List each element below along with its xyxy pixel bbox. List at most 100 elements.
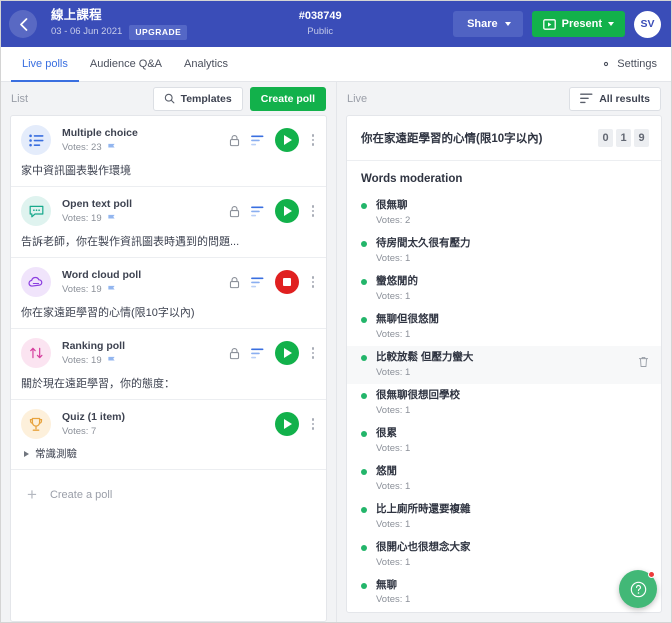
start-poll-button[interactable] (274, 128, 299, 152)
word-row[interactable]: 待房間太久很有壓力 Votes: 1 (347, 232, 661, 270)
create-a-poll-row[interactable]: + Create a poll (11, 470, 326, 519)
word-row[interactable]: 無聊 Votes: 1 (347, 574, 661, 612)
poll-votes-label: Votes: 19 (62, 283, 102, 295)
result-question-title: 你在家遠距學習的心情(限10字以內) (361, 133, 543, 145)
poll-more-options-button[interactable] (310, 203, 317, 219)
poll-more-options-button[interactable] (310, 274, 317, 290)
word-row[interactable]: 悠閒 Votes: 1 (347, 460, 661, 498)
words-moderation-list[interactable]: Words moderation 很無聊 Votes: 2 待房間太久很有壓力 … (347, 161, 661, 612)
word-votes: Votes: 1 (376, 442, 411, 454)
word-row[interactable]: 很無聊很想回學校 Votes: 1 (347, 384, 661, 422)
poll-list-item[interactable]: Ranking poll Votes: 19 關於現在遠距學習，你的態度： (11, 329, 326, 400)
status-dot-icon (361, 430, 367, 437)
results-bars-icon[interactable] (250, 276, 264, 288)
word-row[interactable]: 比上廁所時還要複雜 Votes: 1 (347, 498, 661, 536)
settings-button[interactable]: Settings (600, 47, 657, 81)
result-header: 你在家遠距學習的心情(限10字以內) 0 1 9 (347, 116, 661, 161)
tab-audience-qa[interactable]: Audience Q&A (79, 48, 173, 82)
tab-analytics[interactable]: Analytics (173, 48, 239, 82)
poll-type: Multiple choice (62, 126, 138, 139)
poll-question: 家中資訊圖表製作環境 (21, 165, 131, 177)
counter-digit: 9 (634, 129, 649, 147)
flag-icon (107, 356, 115, 361)
poll-row: Word cloud poll Votes: 19 (21, 267, 316, 297)
top-header-bar: 線上課程 03 - 06 Jun 2021 UPGRADE #038749 Pu… (1, 1, 671, 47)
poll-list-item[interactable]: Multiple choice Votes: 23 家中資訊圖表製作環境 (11, 116, 326, 187)
delete-word-button[interactable] (638, 351, 649, 373)
word-row[interactable]: 很無聊 Votes: 2 (347, 194, 661, 232)
word-texts: 比上廁所時還要複雜 Votes: 1 (376, 503, 471, 531)
poll-list-item[interactable]: Word cloud poll Votes: 19 你在家遠距學習的心情(限10… (11, 258, 326, 329)
word-row[interactable]: 很開心也很想念大家 Votes: 1 (347, 536, 661, 574)
poll-more-options-button[interactable] (310, 345, 317, 361)
chevron-left-icon (19, 17, 27, 31)
chevron-right-icon (24, 450, 29, 457)
right-toolbar-actions: All results (569, 86, 661, 111)
word-votes: Votes: 1 (376, 252, 411, 264)
word-label: 很無聊很想回學校 (376, 388, 460, 401)
word-votes: Votes: 2 (376, 214, 411, 226)
word-row[interactable]: 很累 Votes: 1 (347, 422, 661, 460)
word-label: 悠閒 (376, 464, 397, 477)
start-poll-button[interactable] (274, 199, 299, 223)
create-poll-button[interactable]: Create poll (249, 86, 326, 111)
poll-meta: Multiple choice Votes: 23 (62, 127, 138, 154)
poll-votes-label: Votes: 23 (62, 141, 102, 153)
poll-votes: Votes: 19 (62, 284, 141, 296)
poll-type: Open text poll (62, 197, 133, 210)
arrows-updown-icon (21, 338, 51, 368)
templates-button[interactable]: Templates (152, 86, 243, 111)
status-dot-icon (361, 240, 367, 247)
present-screen-icon (542, 18, 556, 30)
event-dates: 03 - 06 Jun 2021 (51, 26, 123, 38)
cloud-icon (21, 267, 51, 297)
status-dot-icon (361, 392, 367, 399)
word-votes: Votes: 1 (376, 404, 411, 416)
poll-actions (229, 270, 317, 294)
results-bars-icon[interactable] (250, 347, 264, 359)
present-label: Present (561, 18, 602, 30)
word-texts: 很無聊很想回學校 Votes: 1 (376, 389, 460, 417)
lock-icon[interactable] (229, 347, 240, 360)
avatar[interactable]: SV (634, 10, 661, 38)
help-button[interactable] (619, 570, 657, 608)
lock-icon[interactable] (229, 134, 240, 147)
left-toolbar-actions: Templates Create poll (152, 86, 326, 111)
start-poll-button[interactable] (274, 412, 299, 436)
share-label: Share (467, 18, 498, 30)
lock-icon[interactable] (229, 276, 240, 289)
live-label: Live (347, 92, 368, 105)
quiz-expand-row[interactable]: 常識測驗 (21, 446, 316, 461)
start-poll-button[interactable] (274, 341, 299, 365)
word-votes: Votes: 1 (376, 556, 411, 568)
poll-more-options-button[interactable] (310, 416, 317, 432)
word-texts: 蠻悠閒的 Votes: 1 (376, 275, 418, 303)
status-dot-icon (361, 468, 367, 475)
poll-list-item[interactable]: Open text poll Votes: 19 告訴老師，你在製作資訊圖表時遇… (11, 187, 326, 258)
word-label: 很累 (376, 426, 397, 439)
word-texts: 無聊 Votes: 1 (376, 579, 410, 607)
stop-poll-button[interactable] (274, 270, 299, 294)
poll-votes: Votes: 7 (62, 426, 125, 438)
results-bars-icon[interactable] (250, 205, 264, 217)
back-button[interactable] (9, 10, 37, 38)
share-button[interactable]: Share (453, 11, 523, 37)
all-results-button[interactable]: All results (569, 86, 661, 111)
results-bars-icon[interactable] (250, 134, 264, 146)
poll-list-item[interactable]: Quiz (1 item) Votes: 7 常識測驗 (11, 400, 326, 470)
upgrade-badge[interactable]: UPGRADE (129, 25, 188, 41)
poll-list-panel: Multiple choice Votes: 23 家中資訊圖表製作環境 Ope… (10, 115, 327, 622)
tab-bar: Live polls Audience Q&A Analytics Settin… (1, 47, 671, 82)
poll-type: Quiz (1 item) (62, 410, 126, 423)
word-row[interactable]: 比較放鬆 但壓力蠻大 Votes: 1 (347, 345, 661, 384)
counter-digit: 1 (616, 129, 631, 147)
tab-live-polls[interactable]: Live polls (11, 48, 79, 82)
word-row[interactable]: 蠻悠閒的 Votes: 1 (347, 270, 661, 308)
present-button[interactable]: Present (531, 11, 625, 37)
results-panel: 你在家遠距學習的心情(限10字以內) 0 1 9 Words moderatio… (346, 115, 662, 613)
word-texts: 很無聊 Votes: 2 (376, 199, 410, 227)
word-row[interactable]: 無聊但很悠閒 Votes: 1 (347, 308, 661, 346)
lock-icon[interactable] (229, 205, 240, 218)
status-dot-icon (361, 203, 367, 209)
poll-more-options-button[interactable] (310, 132, 317, 148)
